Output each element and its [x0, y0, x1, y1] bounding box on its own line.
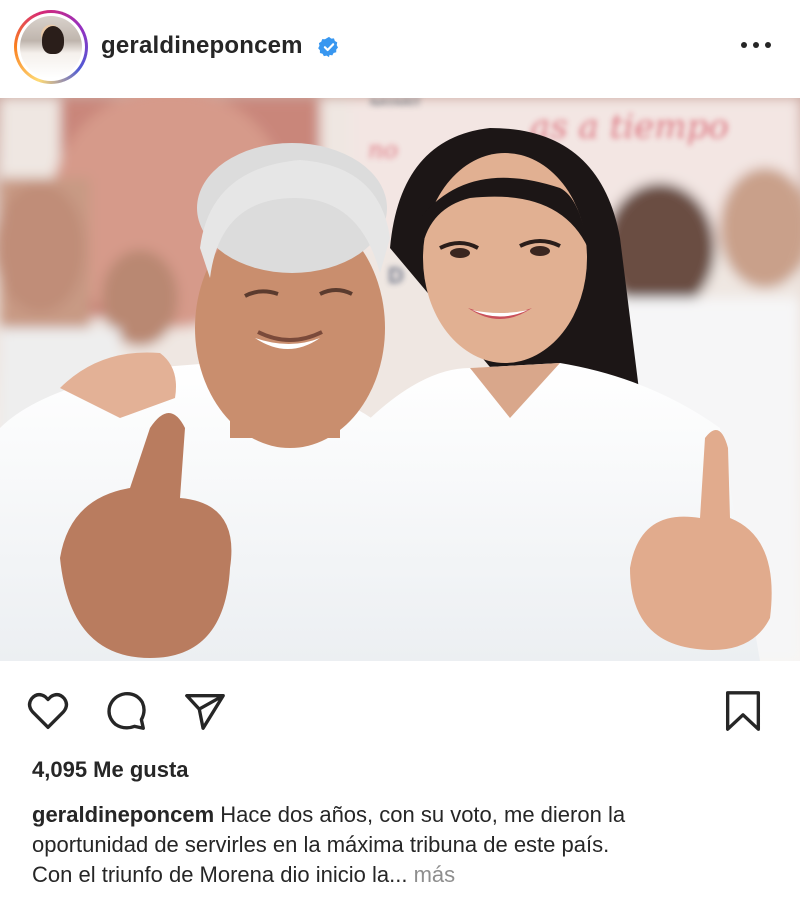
banner-text-3: no	[368, 136, 398, 164]
caption-text-line1: Hace dos años, con su voto, me dieron la	[220, 802, 626, 827]
banner-text-2: as a tiempo	[530, 107, 729, 147]
post-caption: geraldineponcem Hace dos años, con su vo…	[32, 800, 772, 890]
bookmark-icon[interactable]	[720, 688, 766, 734]
heart-icon[interactable]	[25, 688, 71, 734]
banner-text-1: NAYARIT	[370, 98, 422, 109]
caption-text-line2: oportunidad de servirles en la máxima tr…	[32, 832, 610, 857]
verified-badge-icon	[318, 36, 338, 58]
comment-icon[interactable]	[104, 688, 150, 734]
send-icon[interactable]	[182, 688, 228, 734]
likes-count[interactable]: 4,095 Me gusta	[32, 757, 189, 783]
profile-avatar-story-ring[interactable]	[14, 10, 88, 84]
more-options-button[interactable]	[738, 30, 774, 60]
avatar	[20, 16, 82, 78]
post-actions	[0, 680, 800, 740]
caption-username[interactable]: geraldineponcem	[32, 802, 214, 827]
banner-text-4: D	[388, 263, 404, 288]
post-photo-image: NAYARIT as a tiempo no D	[0, 98, 800, 661]
caption-text-line3: Con el triunfo de Morena dio inicio la..…	[32, 862, 408, 887]
post-username[interactable]: geraldineponcem	[101, 32, 303, 60]
caption-more-link[interactable]: más	[414, 862, 456, 887]
post-photo[interactable]: NAYARIT as a tiempo no D	[0, 98, 800, 661]
post-header: geraldineponcem	[0, 0, 800, 98]
